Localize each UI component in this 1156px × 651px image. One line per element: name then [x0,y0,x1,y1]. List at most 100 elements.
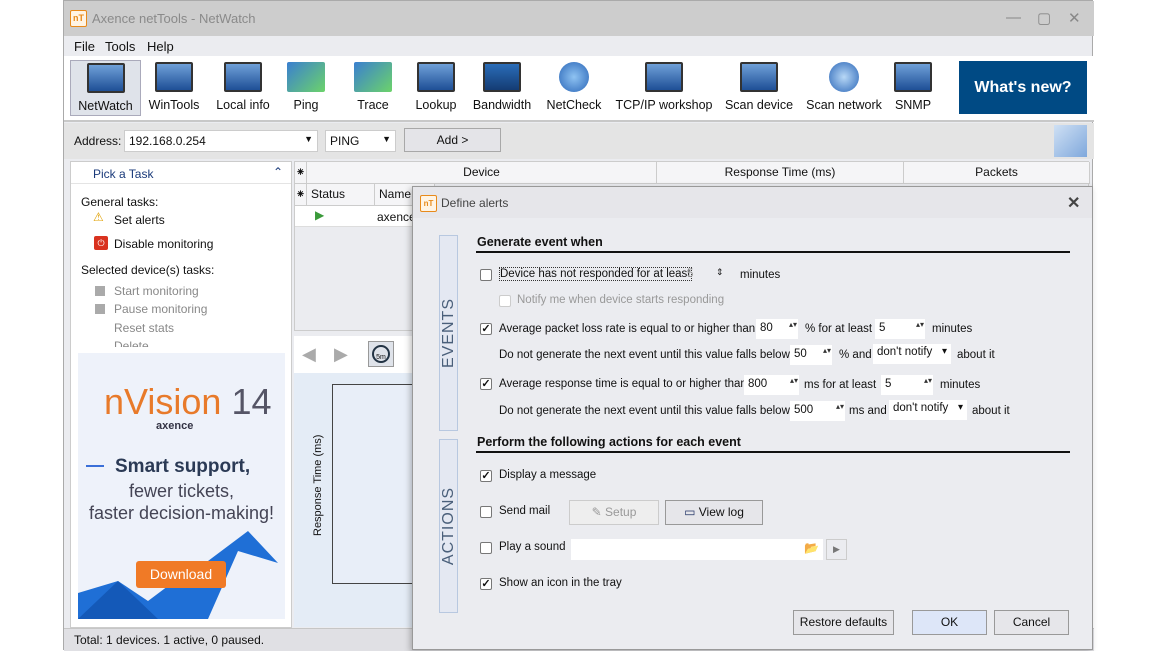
toolbar-snmp[interactable]: SNMP [892,60,934,116]
play-status-icon: ▶ [315,208,325,222]
toolbar-label: Lookup [415,98,457,112]
restore-defaults-button[interactable]: Restore defaults [793,610,894,635]
chart-plot [332,384,422,584]
setup-button[interactable]: ✎ Setup [569,500,659,525]
pct-for-label: % for at least [805,323,873,335]
play-sound-button[interactable]: ▶ [826,539,847,560]
set-alerts-link[interactable]: Set alerts [114,213,165,227]
send-mail-checkbox[interactable] [480,506,492,518]
events-tab[interactable]: EVENTS [439,235,458,431]
play-sound-checkbox[interactable] [480,542,492,554]
about-label: about it [972,405,1010,417]
forward-arrow-icon[interactable]: ▶ [334,344,348,365]
minimize-button[interactable]: — [1006,9,1021,26]
toolbar-netcheck[interactable]: NetCheck [544,60,604,116]
menu-tools[interactable]: Tools [105,39,135,54]
add-button[interactable]: Add > [404,128,501,152]
about-label: about it [957,349,995,361]
loss-notify-select[interactable]: don't notify [873,344,951,364]
resp-rearm-spinner[interactable]: 500 [790,401,845,421]
packet-loss-minutes-spinner[interactable]: 5 [875,319,925,339]
chevron-down-icon: ▼ [304,134,313,144]
resp-notify-select[interactable]: don't notify [889,400,967,420]
response-minutes-spinner[interactable]: 5 [881,375,933,395]
dialog-close-icon[interactable]: ✕ [1067,193,1080,213]
toolbar-netwatch[interactable]: NetWatch [70,60,141,116]
toolbar-label: TCP/IP workshop [615,98,713,112]
resp-rearm-label: Do not generate the next event until thi… [499,405,790,417]
toolbar-bandwidth[interactable]: Bandwidth [470,60,534,116]
close-button[interactable]: ✕ [1068,9,1081,27]
ms-and-label: ms and [849,405,887,417]
spinner-arrows-icon[interactable]: ⇕ [716,267,724,278]
toolbar-ping[interactable]: Ping [281,60,331,116]
toolbar-local-info[interactable]: Local info [212,60,274,116]
delete-link[interactable]: Delete [114,339,149,347]
view-log-button[interactable]: ▭ View log [665,500,763,525]
tray-icon-label: Show an icon in the tray [499,577,622,589]
events-heading: Generate event when [477,235,603,249]
actions-heading: Perform the following actions for each e… [477,435,741,449]
toolbar-label: Bandwidth [472,98,532,112]
tools-icon [645,62,683,92]
loss-rearm-spinner[interactable]: 50 [790,345,832,365]
ad-line2: fewer tickets, [128,481,235,501]
minutes-label: minutes [940,379,981,391]
notify-back-label: Notify me when device starts responding [517,294,725,306]
toolbar-lookup[interactable]: Lookup [411,60,461,116]
folder-open-icon[interactable]: 📂 [804,541,819,555]
whats-new-button[interactable]: What's new? [959,61,1087,114]
toolbar-trace[interactable]: Trace [348,60,398,116]
protocol-select[interactable]: PING ▼ [325,130,396,152]
reset-stats-link[interactable]: Reset stats [114,321,174,335]
menu-help[interactable]: Help [147,39,174,54]
view-log-label: View log [698,505,744,519]
dialog-title-bar: nT Define alerts ✕ [413,187,1092,218]
ad-logo: nVision 14 [104,381,271,423]
chart-ylabel: Response Time (ms) [312,434,324,536]
start-icon [95,286,105,296]
scan-device-icon [740,62,778,92]
download-button[interactable]: Download [136,561,226,588]
interval-5m-button[interactable]: 5m [368,341,394,367]
selected-tasks-label: Selected device(s) tasks: [81,263,215,277]
toolbar-wintools[interactable]: WinTools [144,60,204,116]
cancel-button[interactable]: Cancel [994,610,1069,635]
response-group-header: Response Time (ms) [657,162,904,184]
packet-loss-checkbox[interactable]: ✓ [480,323,492,335]
notify-back-checkbox[interactable] [499,295,511,307]
nvision-ad[interactable]: nVision 14 axence Smart support, fewer t… [78,353,285,619]
tray-icon-checkbox[interactable]: ✓ [480,578,492,590]
toolbar-tcpip-workshop[interactable]: TCP/IP workshop [614,60,714,116]
disable-monitoring-link[interactable]: Disable monitoring [114,237,213,251]
status-column-header[interactable]: Status [307,184,375,206]
pause-monitoring-link[interactable]: Pause monitoring [114,302,207,316]
display-message-label: Display a message [499,469,597,481]
maximize-button[interactable]: ▢ [1037,9,1051,27]
address-bar: Address: 192.168.0.254 ▼ PING ▼ Add > [64,123,1094,159]
menu-file[interactable]: File [74,39,95,54]
start-monitoring-link[interactable]: Start monitoring [114,284,199,298]
task-header[interactable]: Pick a Task ⌃ [71,162,291,184]
packet-loss-spinner[interactable]: 80 [756,319,798,339]
not-responded-checkbox[interactable] [480,269,492,281]
window-icon: ▭ [684,505,699,519]
define-alerts-dialog: nT Define alerts ✕ EVENTS ACTIONS Genera… [412,186,1093,650]
sound-file-input[interactable]: 📂 [571,539,823,560]
back-arrow-icon[interactable]: ◀ [302,344,316,365]
ad-version: 14 [231,381,272,422]
toolbar-scan-device[interactable]: Scan device [724,60,794,116]
response-time-checkbox[interactable]: ✓ [480,378,492,390]
toolbar-scan-network[interactable]: Scan network [804,60,884,116]
response-time-spinner[interactable]: 800 [744,375,799,395]
address-input[interactable]: 192.168.0.254 ▼ [124,130,318,152]
actions-tab[interactable]: ACTIONS [439,439,458,613]
task-pane: Pick a Task ⌃ General tasks: ⚠ Set alert… [70,161,292,628]
eye-monitor-icon [86,63,125,93]
chevron-up-icon[interactable]: ⌃ [273,165,283,179]
not-responded-value[interactable]: 5 [687,268,693,280]
toolbar-label: Local info [216,98,270,112]
display-message-checkbox[interactable]: ✓ [480,470,492,482]
divider [476,451,1070,453]
ok-button[interactable]: OK [912,610,987,635]
